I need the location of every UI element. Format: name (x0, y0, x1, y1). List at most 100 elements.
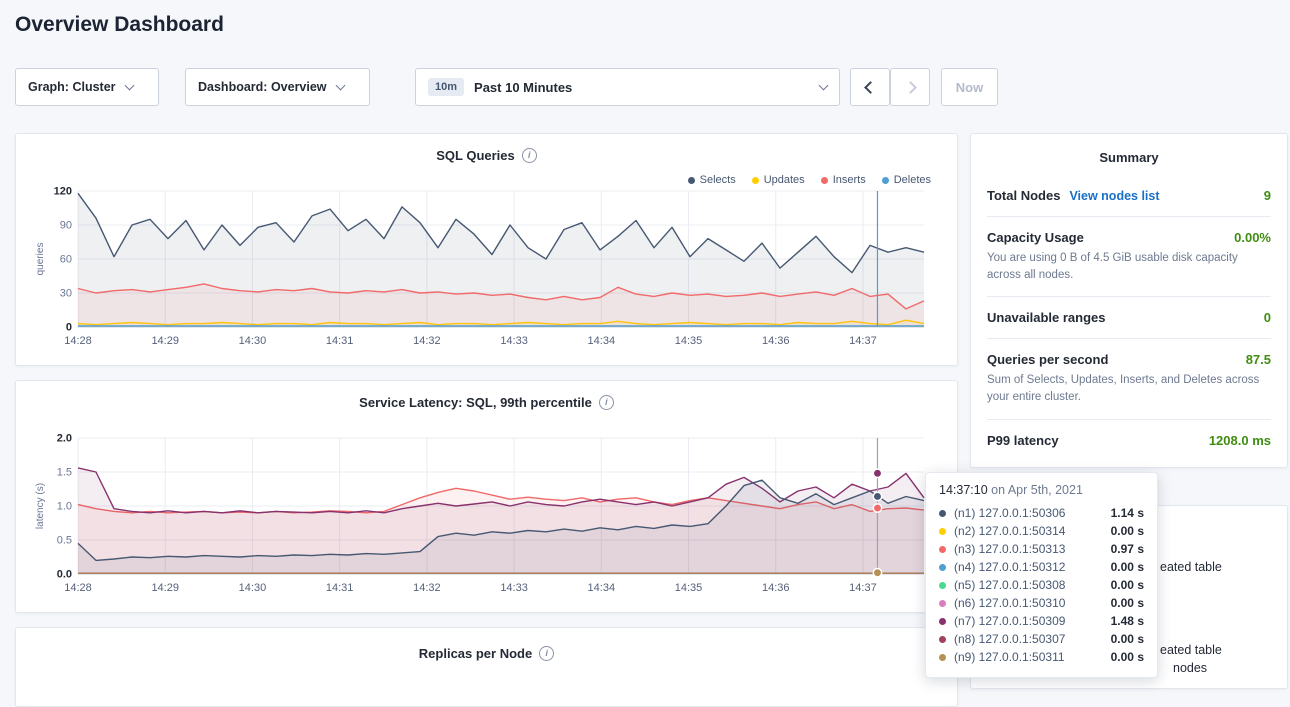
svg-text:queries: queries (35, 243, 46, 276)
queries-per-second-value: 87.5 (1246, 352, 1271, 367)
svg-text:14:32: 14:32 (413, 335, 441, 347)
node-color-dot-icon (939, 546, 946, 553)
tooltip-node-address: (n7) 127.0.0.1:50309 (954, 614, 1103, 628)
chart-hover-tooltip: 14:37:10 on Apr 5th, 2021 (n1) 127.0.0.1… (925, 472, 1158, 678)
page-title: Overview Dashboard (15, 13, 224, 37)
capacity-usage-label: Capacity Usage (987, 230, 1084, 245)
svg-text:0.0: 0.0 (57, 569, 72, 581)
legend-label: Deletes (894, 174, 931, 186)
svg-text:1.5: 1.5 (57, 467, 72, 479)
tooltip-rows: (n1) 127.0.0.1:503061.14 s(n2) 127.0.0.1… (939, 504, 1144, 666)
svg-text:1.0: 1.0 (57, 501, 72, 513)
tooltip-node-row: (n7) 127.0.0.1:503091.48 s (939, 612, 1144, 630)
tooltip-node-address: (n5) 127.0.0.1:50308 (954, 578, 1103, 592)
view-nodes-list-link[interactable]: View nodes list (1069, 189, 1159, 203)
dashboard-dropdown[interactable]: Dashboard: Overview (185, 68, 370, 106)
svg-text:14:32: 14:32 (413, 582, 441, 594)
svg-text:14:34: 14:34 (588, 335, 616, 347)
svg-text:latency (s): latency (s) (35, 483, 46, 529)
unavailable-ranges-value: 0 (1264, 310, 1271, 325)
p99-latency-value: 1208.0 ms (1209, 433, 1271, 448)
svg-text:60: 60 (60, 254, 72, 266)
time-range-badge: 10m (428, 78, 464, 96)
info-icon[interactable]: i (539, 646, 554, 661)
p99-latency-label: P99 latency (987, 433, 1059, 448)
tooltip-node-address: (n8) 127.0.0.1:50307 (954, 632, 1103, 646)
svg-text:14:34: 14:34 (588, 582, 616, 594)
tooltip-node-address: (n3) 127.0.0.1:50313 (954, 542, 1103, 556)
legend-item-deletes[interactable]: Deletes (882, 174, 931, 186)
tooltip-node-value: 0.00 s (1111, 596, 1144, 610)
tooltip-node-value: 0.00 s (1111, 578, 1144, 592)
now-button[interactable]: Now (941, 68, 998, 106)
node-color-dot-icon (939, 564, 946, 571)
svg-text:14:29: 14:29 (151, 582, 179, 594)
node-color-dot-icon (939, 528, 946, 535)
node-color-dot-icon (939, 654, 946, 661)
tooltip-node-value: 0.00 s (1111, 650, 1144, 664)
legend-dot-icon (882, 177, 889, 184)
tooltip-node-row: (n4) 127.0.0.1:50312 0.00 s (939, 558, 1144, 576)
legend-label: Inserts (833, 174, 866, 186)
event-item-text-fragment[interactable]: eated table (1160, 643, 1222, 657)
tooltip-date: on Apr 5th, 2021 (991, 483, 1083, 497)
svg-text:0: 0 (66, 322, 72, 334)
tooltip-node-value: 1.14 s (1111, 506, 1144, 520)
legend-item-selects[interactable]: Selects (688, 174, 736, 186)
tooltip-node-row: (n1) 127.0.0.1:503061.14 s (939, 504, 1144, 522)
dashboard-dropdown-label: Dashboard: (198, 80, 267, 94)
summary-title: Summary (987, 134, 1271, 175)
time-range-next-button[interactable] (890, 68, 930, 106)
tooltip-node-row: (n6) 127.0.0.1:50310 0.00 s (939, 594, 1144, 612)
node-color-dot-icon (939, 636, 946, 643)
event-item-text-fragment[interactable]: nodes (1173, 661, 1207, 675)
svg-text:14:28: 14:28 (64, 582, 92, 594)
node-color-dot-icon (939, 618, 946, 625)
tooltip-node-value: 0.00 s (1111, 632, 1144, 646)
total-nodes-label: Total Nodes (987, 188, 1060, 203)
capacity-usage-caption: You are using 0 B of 4.5 GiB usable disk… (987, 250, 1271, 283)
svg-text:14:30: 14:30 (239, 582, 267, 594)
tooltip-node-row: (n5) 127.0.0.1:50308 0.00 s (939, 576, 1144, 594)
node-color-dot-icon (939, 600, 946, 607)
svg-text:30: 30 (60, 288, 72, 300)
tooltip-node-row: (n8) 127.0.0.1:50307 0.00 s (939, 630, 1144, 648)
chart-title-service-latency: Service Latency: SQL, 99th percentile (359, 395, 592, 410)
time-range-selector[interactable]: 10m Past 10 Minutes (415, 68, 840, 106)
tooltip-node-value: 0.00 s (1111, 560, 1144, 574)
svg-text:14:33: 14:33 (500, 335, 528, 347)
time-range-prev-button[interactable] (850, 68, 890, 106)
time-range-label: Past 10 Minutes (474, 80, 572, 95)
svg-text:14:35: 14:35 (675, 582, 703, 594)
node-color-dot-icon (939, 510, 946, 517)
svg-text:14:31: 14:31 (326, 335, 354, 347)
dashboard-dropdown-value: Overview (271, 80, 327, 94)
sql-queries-chart[interactable]: 030609012014:2814:2914:3014:3114:3214:33… (32, 183, 940, 355)
service-latency-chart-panel: Service Latency: SQL, 99th percentile i … (15, 380, 958, 613)
tooltip-node-address: (n4) 127.0.0.1:50312 (954, 560, 1103, 574)
replicas-per-node-chart-panel: Replicas per Node i (15, 627, 958, 707)
svg-text:0.5: 0.5 (57, 535, 72, 547)
tooltip-node-address: (n6) 127.0.0.1:50310 (954, 596, 1103, 610)
event-item-text-fragment[interactable]: eated table (1160, 560, 1222, 574)
svg-text:14:37: 14:37 (849, 335, 877, 347)
graph-dropdown[interactable]: Graph: Cluster (15, 68, 159, 106)
summary-row-queries-per-second: Queries per second 87.5 Sum of Selects, … (987, 339, 1271, 419)
tooltip-node-row: (n3) 127.0.0.1:503130.97 s (939, 540, 1144, 558)
svg-text:14:30: 14:30 (239, 335, 267, 347)
chart-title-replicas-per-node: Replicas per Node (419, 646, 532, 661)
legend-item-inserts[interactable]: Inserts (821, 174, 866, 186)
queries-per-second-label: Queries per second (987, 352, 1108, 367)
info-icon[interactable]: i (522, 148, 537, 163)
sql-queries-chart-panel: SQL Queries i SelectsUpdatesInsertsDelet… (15, 133, 958, 366)
service-latency-chart[interactable]: 0.00.51.01.52.014:2814:2914:3014:3114:32… (32, 430, 940, 602)
svg-text:90: 90 (60, 220, 72, 232)
graph-dropdown-value: Cluster (72, 80, 115, 94)
chevron-down-icon (335, 80, 345, 90)
summary-panel: Summary Total Nodes View nodes list 9 Ca… (970, 133, 1288, 468)
info-icon[interactable]: i (599, 395, 614, 410)
sql-chart-legend: Selects Updates Inserts Deletes (688, 174, 931, 186)
legend-dot-icon (821, 177, 828, 184)
tooltip-node-row: (n2) 127.0.0.1:503140.00 s (939, 522, 1144, 540)
legend-item-updates[interactable]: Updates (752, 174, 805, 186)
